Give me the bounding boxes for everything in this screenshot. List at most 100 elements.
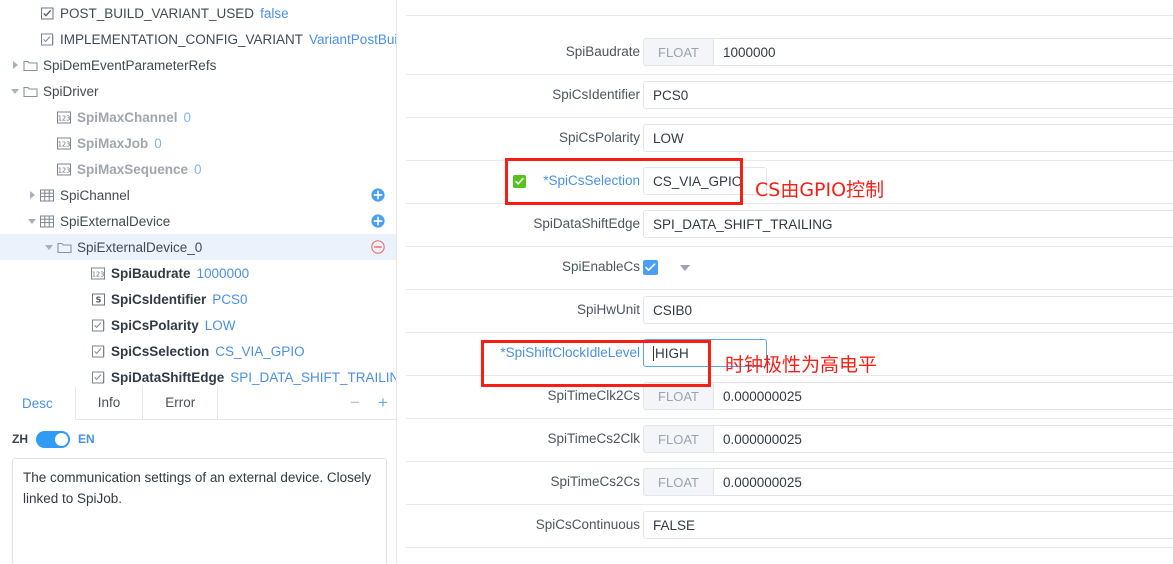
field-input[interactable]: FALSE [643, 511, 1173, 539]
tree-item-value: false [260, 5, 289, 21]
tree-row[interactable]: SpiChannel [0, 182, 396, 208]
field-type-addon: FLOAT [643, 38, 713, 66]
field-input[interactable]: CS_VIA_GPIO [643, 167, 767, 195]
expand-panel-button[interactable]: + [369, 386, 396, 419]
bottom-panel: Desc Info Error − + ZH EN The communication … [0, 386, 396, 564]
tree-row[interactable]: S SpiCsIdentifier PCS0 [0, 286, 396, 312]
field-label-text: SpiTimeClk2Cs [547, 388, 640, 403]
twisty-right-icon[interactable] [8, 61, 22, 69]
tree-row[interactable]: 123 SpiBaudrate 1000000 [0, 260, 396, 286]
tree-item-label: SpiCsSelection [111, 343, 210, 359]
configuration-tree-panel: POST_BUILD_VARIANT_USED false IMPLEMENTATI… [0, 0, 397, 564]
tree-row[interactable]: SpiCsSelection CS_VIA_GPIO [0, 338, 396, 364]
tree-row[interactable]: 123 SpiMaxChannel 0 [0, 104, 396, 130]
tree-item-label: SpiDriver [43, 83, 99, 99]
tree-row[interactable]: POST_BUILD_VARIANT_USED false [0, 0, 396, 26]
form-row: SpiTimeCs2Cs FLOAT 0.000000025 [398, 462, 1173, 505]
field-input[interactable]: 0.000000025 [713, 425, 1173, 453]
tree-row[interactable]: SpiExternalDevice [0, 208, 396, 234]
tree-item-label: SpiBaudrate [111, 265, 191, 281]
enum-icon [90, 343, 106, 359]
tree-item-label: SpiMaxChannel [77, 109, 178, 125]
enable-cs-checkbox[interactable] [643, 260, 658, 275]
field-label-text: SpiTimeCs2Clk [547, 431, 640, 446]
property-form-panel: SpiBaudrate FLOAT 1000000 SpiCsIdentifier PC… [398, 0, 1173, 564]
field-label: *SpiShiftClockIdleLevel [500, 345, 640, 360]
tab-desc[interactable]: Desc [0, 387, 76, 420]
tree-item-value: 0 [194, 161, 202, 177]
tree-row[interactable]: IMPLEMENTATION_CONFIG_VARIANT VariantPost… [0, 26, 396, 52]
tree-item-label: IMPLEMENTATION_CONFIG_VARIANT [60, 31, 304, 47]
configuration-tree[interactable]: POST_BUILD_VARIANT_USED false IMPLEMENTATI… [0, 0, 397, 386]
tab-error[interactable]: Error [143, 386, 219, 419]
field-input[interactable]: 0.000000025 [713, 382, 1173, 410]
twisty-right-icon[interactable] [25, 191, 39, 199]
form-row: SpiCsIdentifier PCS0 [398, 75, 1173, 118]
field-label-text: SpiBaudrate [565, 44, 640, 59]
field-input[interactable]: 1000000 [713, 38, 1173, 66]
tree-row[interactable]: SpiDemEventParameterRefs [0, 52, 396, 78]
field-label-text: SpiCsPolarity [558, 130, 640, 145]
string-icon: S [90, 291, 106, 307]
field-label-text: SpiDataShiftEdge [533, 216, 640, 231]
form-row: SpiCsContinuous FALSE [398, 505, 1173, 548]
tree-row[interactable]: 123 SpiMaxJob 0 [0, 130, 396, 156]
svg-text:123: 123 [58, 140, 71, 148]
folder-icon [22, 57, 38, 73]
remove-row-icon[interactable] [371, 240, 385, 254]
add-row-icon[interactable] [371, 188, 385, 202]
tree-item-label: SpiExternalDevice_0 [77, 239, 203, 255]
field-input[interactable]: LOW [643, 124, 1173, 152]
field-input[interactable]: PCS0 [643, 81, 1173, 109]
field-input[interactable]: SPI_DATA_SHIFT_TRAILING [643, 210, 1173, 238]
field-label: SpiCsPolarity [559, 130, 640, 145]
field-input[interactable]: CSIB0 [643, 296, 1173, 324]
bottom-tabbar[interactable]: Desc Info Error − + [0, 386, 396, 420]
language-toggle-row[interactable]: ZH EN [0, 420, 396, 452]
description-textbox[interactable]: The communication settings of an externa… [12, 458, 387, 564]
tree-row[interactable]: SpiDataShiftEdge SPI_DATA_SHIFT_TRAILING [0, 364, 397, 386]
number-icon: 123 [90, 265, 106, 281]
add-row-icon[interactable] [371, 214, 385, 228]
tab-info[interactable]: Info [75, 386, 144, 419]
field-control: FALSE [643, 511, 1173, 539]
field-control: PCS0 [643, 81, 1173, 109]
svg-text:S: S [95, 295, 101, 304]
chevron-down-icon[interactable] [680, 265, 690, 281]
field-control: FLOAT 0.000000025 [643, 468, 1173, 496]
tree-item-label: SpiMaxJob [77, 135, 149, 151]
checkbox-checked-icon [39, 5, 55, 21]
tree-item-value: SPI_DATA_SHIFT_TRAILING [230, 369, 397, 385]
field-label: SpiDataShiftEdge [533, 216, 640, 231]
collapse-panel-button[interactable]: − [341, 386, 369, 419]
twisty-down-icon[interactable] [42, 245, 56, 250]
tree-row[interactable]: 123 SpiMaxSequence 0 [0, 156, 396, 182]
tree-row[interactable]: SpiExternalDevice_0 [0, 234, 396, 260]
tree-item-label: SpiMaxSequence [77, 161, 189, 177]
field-control: CSIB0 [643, 296, 1173, 324]
tree-item-label: SpiExternalDevice [60, 213, 171, 229]
twisty-down-icon[interactable] [8, 89, 22, 94]
field-label-text: SpiShiftClockIdleLevel [505, 345, 640, 360]
enum-icon [90, 317, 106, 333]
twisty-down-icon[interactable] [25, 219, 39, 224]
field-label: SpiTimeCs2Clk [547, 431, 640, 446]
tree-item-value: CS_VIA_GPIO [215, 343, 305, 359]
field-label-text: SpiHwUnit [576, 302, 640, 317]
tree-item-label: SpiDemEventParameterRefs [43, 57, 217, 73]
field-label-text: SpiTimeCs2Cs [550, 474, 640, 489]
row-divider [406, 547, 1173, 548]
lang-zh-label: ZH [12, 432, 28, 446]
language-switch[interactable] [36, 430, 70, 448]
spi-configuration-screen: POST_BUILD_VARIANT_USED false IMPLEMENTATI… [0, 0, 1173, 564]
field-label: SpiTimeClk2Cs [547, 388, 640, 403]
field-label: SpiEnableCs [562, 259, 640, 274]
tree-row[interactable]: SpiCsPolarity LOW [0, 312, 396, 338]
field-input[interactable]: 0.000000025 [713, 468, 1173, 496]
field-control: FLOAT 0.000000025 [643, 425, 1173, 453]
tree-row[interactable]: SpiDriver [0, 78, 396, 104]
field-control: HIGH [643, 339, 1173, 367]
form-row: SpiCsPolarity LOW [398, 118, 1173, 161]
number-icon: 123 [56, 135, 72, 151]
field-label: *SpiCsSelection [513, 173, 640, 188]
